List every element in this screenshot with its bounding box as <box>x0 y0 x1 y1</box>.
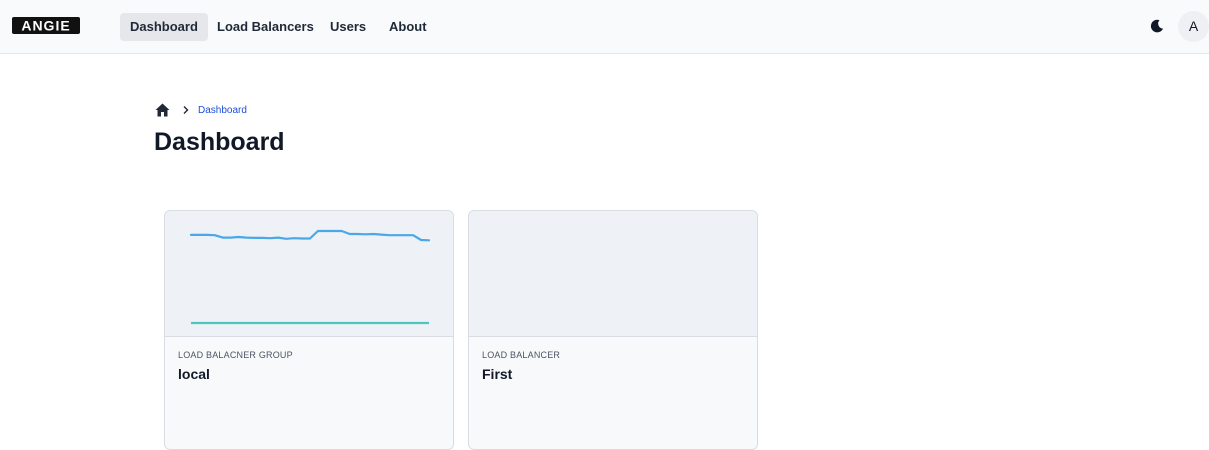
card-chart-area <box>165 211 453 337</box>
load-balancer-group-card[interactable]: LOAD BALACNER GROUP local <box>164 210 454 450</box>
home-icon[interactable] <box>155 103 170 117</box>
angie-logo[interactable]: ANGIE <box>12 17 80 34</box>
card-chart-area <box>469 211 757 337</box>
nav-users[interactable]: Users <box>320 13 376 41</box>
load-balancer-card[interactable]: LOAD BALANCER First <box>468 210 758 450</box>
nav-load-balancers[interactable]: Load Balancers <box>207 13 324 41</box>
page-title: Dashboard <box>154 128 285 156</box>
breadcrumb-dashboard-link[interactable]: Dashboard <box>198 105 247 116</box>
traffic-sparkline-chart <box>189 229 431 325</box>
card-type-label: LOAD BALACNER GROUP <box>178 350 293 360</box>
moon-icon[interactable] <box>1148 17 1166 35</box>
logo-text: ANGIE <box>21 18 70 34</box>
nav-about[interactable]: About <box>379 13 437 41</box>
card-name: local <box>178 366 210 382</box>
nav-dashboard[interactable]: Dashboard <box>120 13 208 41</box>
sparkline-series <box>189 229 431 242</box>
chevron-right-icon <box>183 106 189 114</box>
user-avatar[interactable]: A <box>1178 11 1209 42</box>
card-name: First <box>482 366 513 382</box>
card-type-label: LOAD BALANCER <box>482 350 561 360</box>
top-navigation-bar: ANGIE Dashboard Load Balancers Users Abo… <box>0 0 1209 54</box>
breadcrumb: Dashboard <box>155 102 247 118</box>
